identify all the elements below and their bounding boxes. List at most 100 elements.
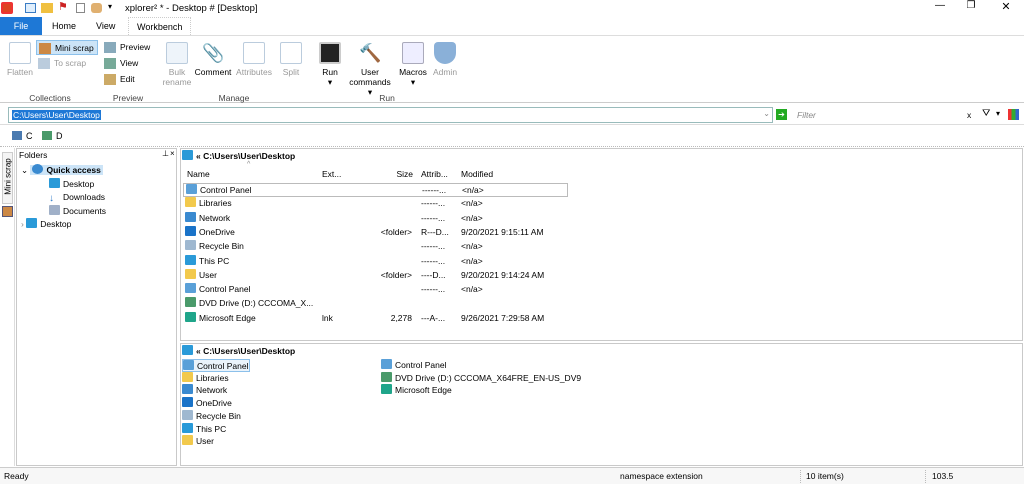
address-dropdown-icon[interactable]: ⌄	[763, 109, 770, 118]
flatten-button[interactable]: Flatten	[4, 42, 36, 77]
tab-home[interactable]: Home	[44, 17, 84, 35]
file-name: Microsoft Edge	[199, 312, 256, 323]
customize-icon[interactable]: ▾	[108, 2, 112, 11]
cell-name: Network	[185, 211, 230, 225]
tab-file[interactable]: File	[0, 17, 42, 35]
tree-label: Desktop	[63, 179, 95, 189]
column-size[interactable]: Size	[381, 169, 413, 179]
flag-icon[interactable]: ⚑	[58, 2, 68, 13]
mini-scrap-tab[interactable]: Mini scrap	[2, 152, 13, 204]
file-icon	[185, 254, 196, 265]
table-row[interactable]: Control Panel ------... <n/a>	[183, 183, 568, 197]
file-name: Network	[196, 385, 228, 396]
minimize-button[interactable]: —	[932, 0, 948, 11]
file-name: User	[199, 269, 217, 280]
list-item[interactable]: Control Panel	[381, 359, 447, 372]
table-row[interactable]: Network ------... <n/a>	[183, 211, 1021, 226]
go-icon[interactable]: ➔	[776, 109, 787, 120]
filter-clear-button[interactable]: x	[967, 110, 971, 120]
documents-icon	[49, 205, 60, 215]
tree-item-documents[interactable]: Documents	[49, 204, 106, 218]
list-item[interactable]: Control Panel	[182, 359, 250, 372]
table-row[interactable]: DVD Drive (D:) CCCOMA_X...	[183, 297, 1021, 311]
file-name: This PC	[196, 423, 227, 434]
list-item[interactable]: This PC	[182, 422, 227, 436]
file-name: Control Panel	[200, 185, 252, 195]
tab-workbench[interactable]: Workbench	[128, 17, 192, 35]
column-attrib[interactable]: Attrib...	[421, 169, 448, 179]
new-tab-icon[interactable]	[25, 3, 36, 13]
status-free-space: 103.5	[932, 471, 954, 481]
drive-c[interactable]: C	[12, 131, 33, 141]
drive-bar: C D	[0, 125, 1024, 147]
tree-item-desktop[interactable]: Desktop	[49, 177, 94, 191]
file-name: Recycle Bin	[199, 241, 244, 252]
list-item[interactable]: Libraries	[182, 371, 229, 385]
list-item[interactable]: Microsoft Edge	[381, 384, 452, 397]
close-button[interactable]: ✕	[998, 0, 1014, 13]
edit-button[interactable]: Edit	[102, 72, 135, 87]
table-row[interactable]: Control Panel ------... <n/a>	[183, 283, 1021, 297]
split-button[interactable]: Split	[276, 42, 306, 77]
mini-scrap-button[interactable]: Mini scrap	[36, 40, 98, 55]
column-name[interactable]: Name	[187, 169, 210, 179]
color-filter-icon[interactable]	[1008, 109, 1019, 120]
list-item[interactable]: Recycle Bin	[182, 409, 241, 423]
maximize-button[interactable]: ❐	[963, 0, 979, 11]
list-item[interactable]: OneDrive	[182, 397, 232, 410]
table-row[interactable]: Libraries ------... <n/a>	[183, 197, 1021, 211]
pin-icon[interactable]: ⊥	[162, 149, 169, 158]
tab-view[interactable]: View	[88, 17, 123, 35]
table-row[interactable]: This PC ------... <n/a>	[183, 254, 1021, 269]
tree-item-desktop-root[interactable]: › Desktop	[21, 217, 71, 231]
open-folder-icon[interactable]	[41, 3, 53, 13]
column-ext[interactable]: Ext...	[322, 169, 341, 179]
cell-attrib: R---D...	[421, 226, 449, 237]
run-button[interactable]: Run ▾	[316, 42, 344, 87]
list-item[interactable]: Network	[182, 384, 227, 397]
cell-size: 2,278	[390, 312, 412, 323]
path-label: « C:\Users\User\Desktop	[196, 151, 296, 161]
cell-name: Microsoft Edge	[185, 311, 256, 325]
tree-item-quick-access[interactable]: ⌄ Quick access	[21, 163, 103, 177]
to-scrap-button[interactable]: To scrap	[36, 56, 86, 71]
comment-button[interactable]: 📎 Comment	[194, 42, 232, 77]
cell-size: <folder>	[380, 226, 412, 237]
tree-item-downloads[interactable]: ↓ Downloads	[49, 190, 105, 204]
drive-d[interactable]: D	[42, 131, 63, 141]
admin-button[interactable]: Admin	[430, 42, 460, 77]
to-scrap-icon	[38, 58, 50, 69]
column-modified[interactable]: Modified	[461, 169, 493, 179]
desktop-icon	[182, 345, 193, 355]
list-item[interactable]: DVD Drive (D:) CCCOMA_X64FRE_EN-US_DV9	[381, 371, 581, 385]
table-row[interactable]: Microsoft Edge lnk 2,278 ---A-... 9/26/2…	[183, 311, 1021, 326]
cell-name: Control Panel	[186, 183, 252, 197]
macros-button[interactable]: Macros ▾	[397, 42, 429, 87]
cell-modified: 9/20/2021 9:14:24 AM	[461, 269, 545, 280]
list-item[interactable]: User	[182, 435, 214, 448]
table-row[interactable]: User <folder> ----D... 9/20/2021 9:14:24…	[183, 268, 1021, 283]
mini-scrap-tab-icon[interactable]	[2, 206, 13, 217]
cell-size	[353, 239, 412, 253]
filter-input[interactable]: Filter	[797, 110, 816, 120]
close-pane-icon[interactable]: ×	[170, 149, 175, 158]
status-ready: Ready	[4, 471, 29, 481]
notepad-icon[interactable]	[76, 3, 85, 13]
table-row[interactable]: Recycle Bin ------... <n/a>	[183, 240, 1021, 254]
hand-icon[interactable]	[91, 3, 102, 13]
app-icon[interactable]	[1, 2, 13, 14]
bulk-rename-button[interactable]: Bulk rename	[160, 42, 194, 87]
file-icon	[185, 197, 196, 208]
file-icon	[182, 422, 193, 433]
cell-name: Recycle Bin	[185, 239, 244, 253]
view-button[interactable]: View	[102, 56, 138, 71]
preview-button[interactable]: Preview	[102, 40, 150, 55]
cell-modified: <n/a>	[461, 212, 483, 223]
filter-dropdown-icon[interactable]: ▾	[996, 109, 1000, 118]
address-input[interactable]: C:\Users\User\Desktop ⌄	[8, 107, 773, 123]
filter-funnel-icon[interactable]: ⛛	[982, 108, 990, 119]
table-row[interactable]: OneDrive <folder> R---D... 9/20/2021 9:1…	[183, 225, 1021, 240]
view-label: View	[120, 58, 139, 68]
attributes-button[interactable]: Attributes	[233, 42, 275, 77]
user-commands-button[interactable]: 🔨 User commands ▾	[346, 42, 394, 97]
